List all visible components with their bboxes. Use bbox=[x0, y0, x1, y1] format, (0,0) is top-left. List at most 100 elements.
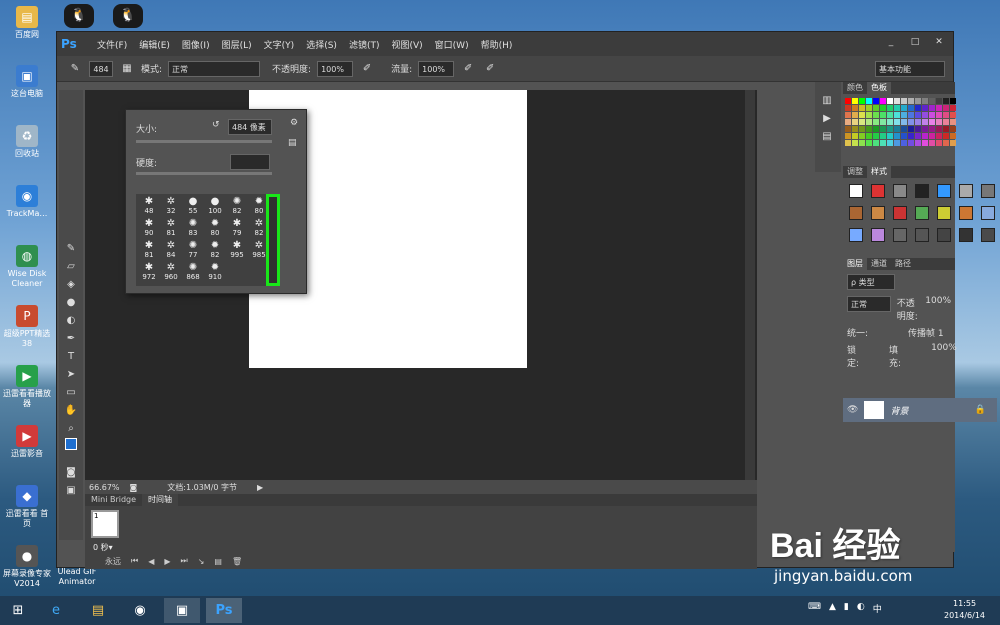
menu-image[interactable]: 图像(I) bbox=[182, 38, 210, 51]
brush-preset[interactable]: ✹ 910 bbox=[204, 262, 226, 282]
desktop-icon-ppt[interactable]: P 超级PPT精选 38 bbox=[2, 305, 52, 349]
hardness-field[interactable] bbox=[230, 154, 270, 170]
style-preset[interactable] bbox=[871, 206, 885, 220]
next-frame-icon[interactable]: ⏭ bbox=[181, 556, 188, 566]
brush-panel-icon[interactable]: ▦ bbox=[119, 61, 135, 77]
swatch[interactable] bbox=[873, 98, 879, 104]
swatch[interactable] bbox=[950, 112, 956, 118]
eye-icon[interactable]: 👁 bbox=[847, 405, 858, 415]
style-preset[interactable] bbox=[915, 184, 929, 198]
swatch[interactable] bbox=[929, 119, 935, 125]
frame-delay[interactable]: 0 秒▾ bbox=[93, 542, 113, 553]
style-preset[interactable] bbox=[981, 184, 995, 198]
desktop-icon-trackma[interactable]: ◉ TrackMa… bbox=[2, 185, 52, 219]
swatch[interactable] bbox=[943, 112, 949, 118]
swatch[interactable] bbox=[922, 133, 928, 139]
brush-preset[interactable]: ✺ 868 bbox=[182, 262, 204, 282]
brush-preset[interactable]: ✱ 995 bbox=[226, 240, 248, 260]
actions-icon[interactable]: ▶ bbox=[815, 110, 839, 128]
swatch[interactable] bbox=[908, 98, 914, 104]
style-preset[interactable] bbox=[871, 228, 885, 242]
layer-name[interactable]: 背景 bbox=[890, 404, 908, 417]
swatch[interactable] bbox=[943, 105, 949, 111]
desktop-icon-computer[interactable]: ▣ 这台电脑 bbox=[2, 65, 52, 99]
swatch[interactable] bbox=[894, 133, 900, 139]
menu-window[interactable]: 窗口(W) bbox=[435, 38, 469, 51]
ime-indicator[interactable]: 中 bbox=[873, 602, 882, 615]
swatch[interactable] bbox=[880, 133, 886, 139]
qq-icon[interactable]: 🐧 bbox=[64, 4, 94, 28]
mode-select[interactable]: 正常 bbox=[168, 60, 261, 77]
swatch[interactable] bbox=[943, 126, 949, 132]
menu-select[interactable]: 选择(S) bbox=[306, 38, 337, 51]
swatch[interactable] bbox=[887, 98, 893, 104]
swatch[interactable] bbox=[915, 140, 921, 146]
swatch[interactable] bbox=[873, 126, 879, 132]
swatch[interactable] bbox=[859, 98, 865, 104]
swatch[interactable] bbox=[908, 112, 914, 118]
layer-kind-filter[interactable]: ρ 类型 bbox=[847, 274, 895, 290]
swatch[interactable] bbox=[915, 119, 921, 125]
minimize-button[interactable]: _ bbox=[881, 35, 901, 49]
swatch[interactable] bbox=[901, 133, 907, 139]
maximize-button[interactable]: □ bbox=[905, 35, 925, 49]
swatch[interactable] bbox=[852, 133, 858, 139]
swatch[interactable] bbox=[936, 133, 942, 139]
desktop-icon-gif[interactable]: Ulead GIF Animator bbox=[52, 567, 102, 587]
photoshop-taskbar-icon[interactable]: Ps bbox=[206, 598, 242, 623]
swatch[interactable] bbox=[936, 98, 942, 104]
path-select-tool-icon[interactable]: ➤ bbox=[59, 366, 83, 384]
swatch[interactable] bbox=[866, 98, 872, 104]
style-preset[interactable] bbox=[959, 228, 973, 242]
tab-swatches[interactable]: 色板 bbox=[867, 82, 891, 94]
zoom-tool-icon[interactable]: ⌕ bbox=[59, 420, 83, 438]
swatch[interactable] bbox=[915, 112, 921, 118]
brush-preset[interactable]: ✲ 32 bbox=[160, 196, 182, 216]
menu-edit[interactable]: 编辑(E) bbox=[139, 38, 170, 51]
swatch[interactable] bbox=[859, 105, 865, 111]
ie-icon[interactable]: e bbox=[38, 598, 74, 623]
swatch[interactable] bbox=[887, 119, 893, 125]
brush-preset[interactable]: ✲ 84 bbox=[160, 240, 182, 260]
swatch[interactable] bbox=[901, 112, 907, 118]
hardness-slider[interactable] bbox=[136, 172, 272, 175]
swatch[interactable] bbox=[936, 119, 942, 125]
swatch[interactable] bbox=[852, 112, 858, 118]
screen-mode-icon[interactable]: ▣ bbox=[59, 482, 83, 500]
workspace-select[interactable]: 基本功能 bbox=[875, 60, 945, 77]
styles-grid[interactable] bbox=[843, 178, 995, 248]
brush-preset[interactable]: ✲ 81 bbox=[160, 218, 182, 238]
layer-opacity-value[interactable]: 100% bbox=[925, 296, 951, 322]
swatch[interactable] bbox=[943, 140, 949, 146]
reset-size-icon[interactable]: ↺ bbox=[212, 120, 220, 130]
app-icon[interactable]: ▣ bbox=[164, 598, 200, 623]
windows-start-icon[interactable]: ⊞ bbox=[0, 598, 36, 623]
swatch[interactable] bbox=[894, 126, 900, 132]
swatch[interactable] bbox=[880, 98, 886, 104]
menu-view[interactable]: 视图(V) bbox=[391, 38, 422, 51]
info-icon[interactable]: ◙ bbox=[130, 483, 138, 492]
swatch[interactable] bbox=[943, 98, 949, 104]
swatch[interactable] bbox=[845, 133, 851, 139]
menu-type[interactable]: 文字(Y) bbox=[264, 38, 295, 51]
brush-preset[interactable]: ✲ 960 bbox=[160, 262, 182, 282]
brush-preset[interactable]: ✺ 77 bbox=[182, 240, 204, 260]
swatch[interactable] bbox=[943, 119, 949, 125]
brush-preset[interactable]: ✱ 90 bbox=[138, 218, 160, 238]
prev-frame-icon[interactable]: ◀ bbox=[148, 557, 154, 566]
style-preset[interactable] bbox=[893, 228, 907, 242]
swatch[interactable] bbox=[887, 112, 893, 118]
swatch[interactable] bbox=[845, 119, 851, 125]
swatch[interactable] bbox=[901, 98, 907, 104]
desktop-icon-xunlei-player[interactable]: ▶ 迅雷看看播放器 bbox=[2, 365, 52, 409]
tab-timeline[interactable]: 时间轴 bbox=[142, 494, 179, 506]
swatch[interactable] bbox=[922, 112, 928, 118]
swatch[interactable] bbox=[950, 98, 956, 104]
style-preset[interactable] bbox=[959, 206, 973, 220]
swatch[interactable] bbox=[922, 105, 928, 111]
size-slider[interactable] bbox=[136, 140, 272, 143]
brush-preset[interactable]: ✱ 79 bbox=[226, 218, 248, 238]
swatch[interactable] bbox=[922, 119, 928, 125]
color-swatch-icon[interactable] bbox=[59, 438, 83, 464]
pressure-opacity-icon[interactable]: ✐ bbox=[359, 61, 375, 77]
